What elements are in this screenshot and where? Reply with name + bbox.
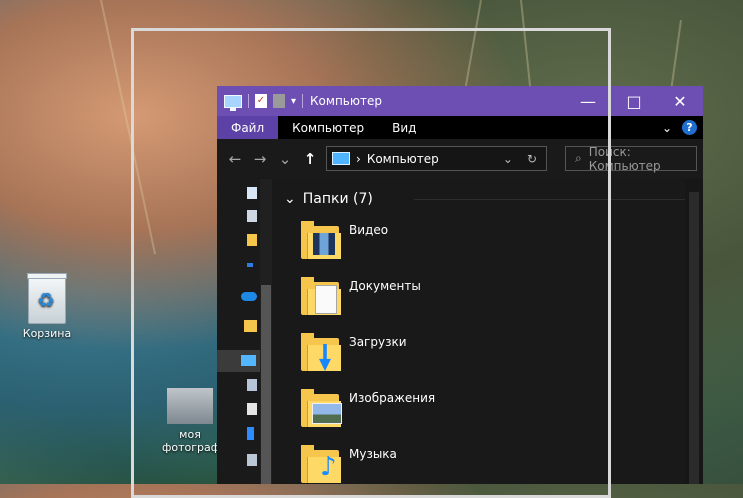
tab-view[interactable]: Вид (378, 116, 430, 139)
photo-file-label: моя фотограф (162, 428, 221, 454)
content-scrollbar[interactable] (685, 179, 703, 484)
desktop-photo-file[interactable]: моя фотограф (162, 388, 221, 454)
folder-label: Загрузки (349, 335, 407, 349)
window-title: Компьютер (310, 94, 382, 108)
downloads-folder-icon (301, 333, 341, 373)
computer-icon (224, 94, 242, 111)
folder-item-documents[interactable]: Документы (301, 277, 511, 323)
toolbar-separator (248, 94, 249, 108)
breadcrumb-chevron-icon: › (356, 151, 361, 166)
music-folder-icon: ♪ (301, 445, 341, 484)
search-icon: ⌕ (575, 151, 582, 165)
close-button[interactable]: ✕ (657, 86, 703, 116)
folder-label: Изображения (349, 391, 436, 405)
folder-item-music[interactable]: ♪ Музыка (301, 445, 511, 484)
properties-icon[interactable]: ✓ (255, 94, 267, 108)
navigation-scroll-thumb[interactable] (261, 285, 271, 484)
photo-thumbnail (167, 388, 213, 424)
chevron-down-icon[interactable]: ⌄ (662, 121, 672, 135)
videos-nav-icon[interactable] (247, 379, 257, 391)
quick-access-toolbar: ✓ ▾ (217, 94, 304, 111)
explorer-body: ⌄ Папки (7) Видео Документы Загрузки Изо… (217, 179, 703, 484)
folders-group-header[interactable]: ⌄ Папки (7) (284, 191, 373, 207)
breadcrumb-computer[interactable]: Компьютер (367, 152, 439, 166)
search-field[interactable]: ⌕ Поиск: Компьютер (565, 144, 697, 173)
tab-file[interactable]: Файл (217, 116, 279, 139)
pictures-nav-icon[interactable] (247, 454, 257, 466)
recycle-bin-icon[interactable]: ♻ Корзина (18, 273, 76, 340)
new-folder-icon[interactable] (273, 94, 285, 108)
folder-item-pictures[interactable]: Изображения (301, 389, 511, 435)
ribbon-right-controls: ⌄ ? (662, 120, 703, 135)
back-button[interactable]: ← (226, 150, 244, 168)
recycle-bin-label: Корзина (22, 327, 72, 340)
help-icon[interactable]: ? (682, 120, 697, 135)
folder-label: Видео (349, 223, 389, 237)
recycle-bin-image: ♻ (27, 273, 67, 324)
address-field[interactable]: › Компьютер ⌄ ↻ (326, 146, 547, 171)
address-actions: ⌄ ↻ (503, 152, 546, 166)
documents-folder-icon (301, 277, 341, 317)
address-history-button[interactable]: ⌄ (503, 152, 513, 166)
window-controls: — □ ✕ (565, 86, 703, 116)
minimize-button[interactable]: — (565, 86, 611, 116)
folder-item-video[interactable]: Видео (301, 221, 511, 267)
computer-nav-icon[interactable] (241, 355, 256, 366)
onedrive-nav-icon[interactable] (247, 263, 253, 267)
chevron-down-icon[interactable]: ⌄ (284, 191, 296, 207)
forward-button[interactable]: → (251, 150, 269, 168)
search-placeholder: Поиск: Компьютер (588, 144, 661, 173)
downloads-nav-icon[interactable] (247, 210, 257, 222)
maximize-button[interactable]: □ (611, 86, 657, 116)
group-divider (414, 199, 685, 200)
pictures-folder-icon (301, 389, 342, 429)
toolbar-separator (302, 94, 304, 108)
address-bar: ← → ⌄ ↑ › Компьютер ⌄ ↻ ⌕ Поиск: Компьют… (217, 139, 703, 178)
customize-toolbar-icon[interactable]: ▾ (291, 96, 296, 107)
ribbon-tabs: Файл Компьютер Вид ⌄ ? (217, 116, 703, 139)
content-scroll-thumb[interactable] (689, 192, 699, 484)
folder-item-downloads[interactable]: Загрузки (301, 333, 511, 379)
folder-nav-icon[interactable] (244, 320, 257, 332)
recent-locations-button[interactable]: ⌄ (276, 150, 294, 168)
desktop-nav-icon[interactable] (247, 187, 257, 199)
navigation-pane[interactable] (217, 179, 272, 484)
title-bar[interactable]: ✓ ▾ Компьютер — □ ✕ (217, 86, 703, 116)
video-folder-icon (301, 221, 341, 261)
content-pane: ⌄ Папки (7) Видео Документы Загрузки Изо… (276, 179, 685, 484)
downloads-arrow-icon[interactable] (247, 427, 254, 440)
up-button[interactable]: ↑ (301, 150, 319, 168)
folders-group-title: Папки (7) (302, 191, 373, 207)
tab-computer[interactable]: Компьютер (278, 116, 378, 139)
refresh-button[interactable]: ↻ (527, 152, 537, 166)
folder-label: Документы (349, 279, 421, 293)
folder-label: Музыка (349, 447, 397, 461)
documents-nav-icon[interactable] (247, 403, 257, 415)
folder-nav-icon[interactable] (247, 234, 257, 246)
computer-icon (332, 152, 350, 165)
onedrive-icon[interactable] (241, 292, 257, 301)
file-explorer-window: ✓ ▾ Компьютер — □ ✕ Файл Компьютер Вид ⌄… (217, 86, 703, 484)
